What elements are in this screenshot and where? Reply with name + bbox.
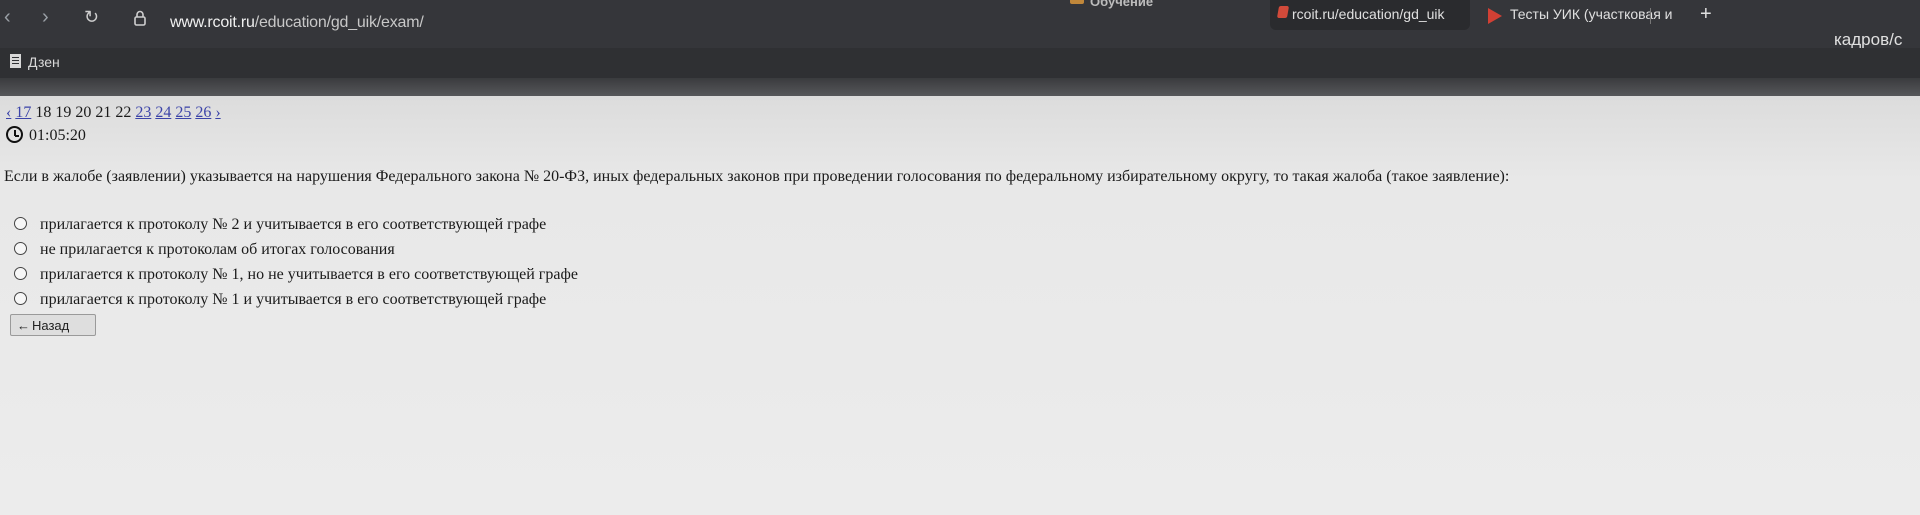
answer-label: прилагается к протоколу № 1 и учитываетс…	[40, 291, 547, 308]
back-button[interactable]: ← Назад	[10, 314, 96, 336]
tab-rcoit[interactable]: rcoit.ru/education/gd_uik	[1270, 0, 1470, 30]
answer-options: прилагается к протоколу № 2 и учитываетс…	[14, 216, 578, 316]
radio-button[interactable]	[14, 292, 27, 305]
question-pager: ‹ 17 18 19 20 21 22 23 24 25 26 ›	[6, 104, 221, 122]
answer-label: прилагается к протоколу № 1, но не учиты…	[40, 266, 578, 283]
exam-page: ‹ 17 18 19 20 21 22 23 24 25 26 › 01:05:…	[0, 96, 1920, 515]
answer-option[interactable]: прилагается к протоколу № 1 и учитываетс…	[14, 291, 578, 316]
pager-item-22: 22	[115, 104, 132, 121]
pager-item-26[interactable]: 26	[195, 104, 211, 121]
answer-option[interactable]: не прилагается к протоколам об итогах го…	[14, 241, 578, 266]
tab-partial[interactable]: Обучение	[1090, 0, 1153, 9]
radio-button[interactable]	[14, 217, 27, 230]
answer-option[interactable]: прилагается к протоколу № 2 и учитываетс…	[14, 216, 578, 241]
back-arrow-icon[interactable]: ‹	[4, 6, 11, 29]
pager-item-19: 19	[55, 104, 72, 121]
tab-favicon-icon	[1070, 0, 1084, 4]
reload-icon[interactable]: ↻	[84, 7, 99, 28]
radio-button[interactable]	[14, 242, 27, 255]
new-tab-plus-icon[interactable]: +	[1700, 3, 1712, 26]
answer-label: не прилагается к протоколам об итогах го…	[40, 241, 395, 258]
url-path: /education/gd_uik/exam/	[254, 14, 424, 31]
back-button-label: Назад	[32, 317, 70, 333]
exam-timer: 01:05:20	[6, 126, 86, 145]
timer-value: 01:05:20	[29, 127, 86, 144]
forward-arrow-icon[interactable]: ›	[42, 6, 49, 29]
browser-toolbar: ‹ › ↻ www.rcoit.ru/education/gd_uik/exam…	[0, 0, 1920, 50]
uik-favicon-icon	[1488, 8, 1502, 24]
tab-label: Тесты УИК (участковая и	[1510, 6, 1673, 22]
pager-item-17[interactable]: 17	[15, 104, 31, 121]
rcoit-favicon-icon	[1276, 6, 1290, 18]
left-arrow-icon: ←	[17, 317, 30, 333]
pager-prev[interactable]: ‹	[6, 104, 11, 121]
profile-label[interactable]: кадров/с	[1834, 30, 1902, 50]
address-bar[interactable]: www.rcoit.ru/education/gd_uik/exam/	[170, 14, 424, 32]
question-text: Если в жалобе (заявлении) указывается на…	[4, 168, 1510, 185]
bookmark-dzen[interactable]: Дзен	[28, 54, 60, 70]
pager-item-24[interactable]: 24	[155, 104, 171, 121]
pager-next[interactable]: ›	[215, 104, 220, 121]
tab-uik-tests[interactable]: Тесты УИК (участковая и	[1482, 0, 1702, 30]
url-host: www.rcoit.ru	[170, 14, 255, 31]
document-icon	[10, 54, 21, 68]
clock-icon	[6, 126, 23, 143]
toolbar-shadow	[0, 78, 1920, 96]
pager-item-23[interactable]: 23	[135, 104, 151, 121]
tab-divider	[1650, 8, 1651, 24]
radio-button[interactable]	[14, 267, 27, 280]
lock-icon[interactable]	[134, 10, 146, 26]
pager-item-20: 20	[75, 104, 92, 121]
pager-item-25[interactable]: 25	[175, 104, 191, 121]
answer-label: прилагается к протоколу № 2 и учитываетс…	[40, 216, 547, 233]
answer-option[interactable]: прилагается к протоколу № 1, но не учиты…	[14, 266, 578, 291]
tab-label: rcoit.ru/education/gd_uik	[1292, 6, 1445, 22]
pager-item-21: 21	[95, 104, 112, 121]
bookmarks-bar: Дзен	[0, 48, 1920, 78]
pager-item-18: 18	[35, 104, 52, 121]
